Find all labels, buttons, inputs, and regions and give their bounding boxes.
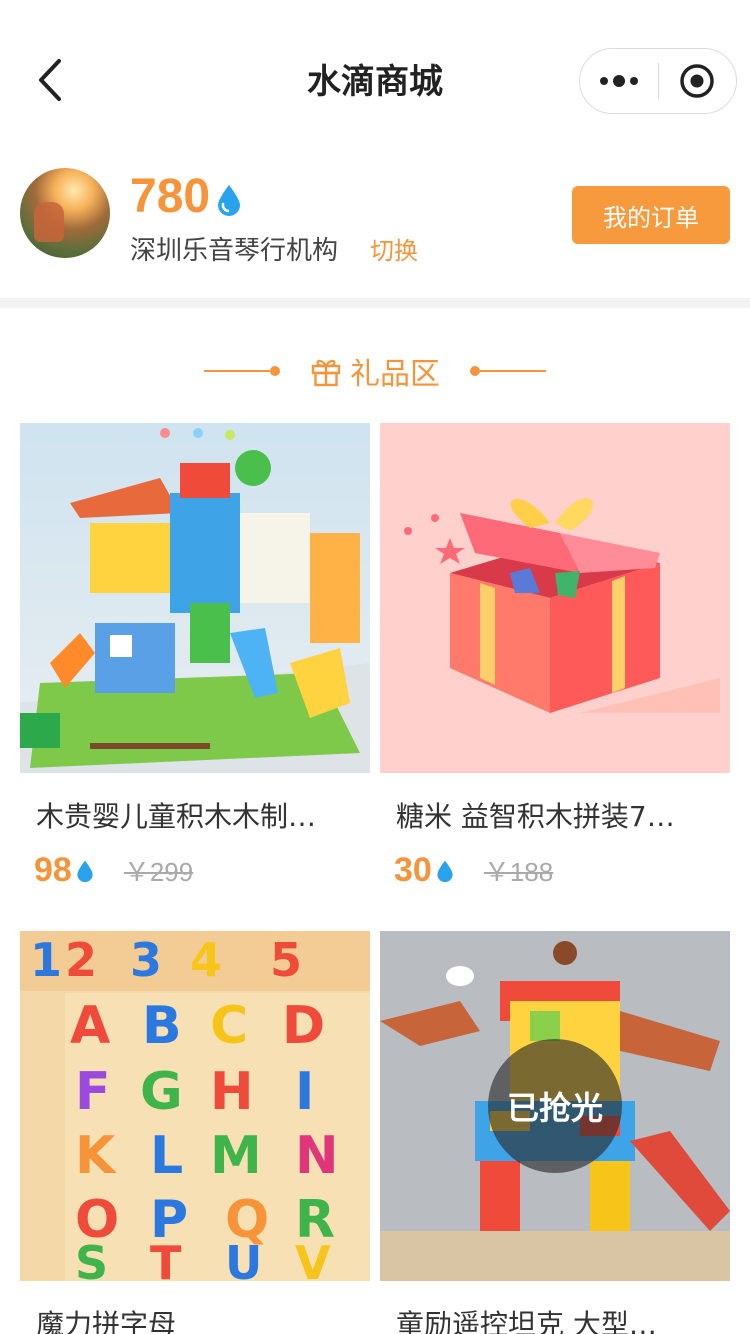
more-button[interactable]: [580, 49, 658, 113]
product-card[interactable]: 已抢光 童励遥控坦克 大型…: [380, 931, 730, 1334]
product-card[interactable]: 木贵婴儿童积木木制… 98 ￥299: [20, 423, 370, 890]
product-card[interactable]: 糖米 益智积木拼装7… 30 ￥188: [380, 423, 730, 890]
svg-text:U: U: [225, 1236, 262, 1281]
section-title-text: 礼品区: [350, 357, 440, 392]
product-name[interactable]: 糖米 益智积木拼装7…: [396, 797, 721, 837]
close-button[interactable]: [659, 49, 736, 113]
svg-text:H: H: [210, 1062, 254, 1122]
svg-text:K: K: [75, 1126, 117, 1186]
svg-text:I: I: [295, 1062, 314, 1122]
svg-text:5: 5: [270, 933, 302, 987]
svg-text:G: G: [140, 1062, 183, 1122]
product-price: 30: [394, 851, 432, 889]
svg-text:V: V: [295, 1236, 331, 1281]
product-price: 98: [34, 851, 72, 889]
svg-text:A: A: [70, 996, 110, 1056]
org-line: 深圳乐音琴行机构 切换: [130, 230, 418, 267]
alphabet-puzzle-image: 1 2 3 4 5 A B C D F G H I K L M N O P Q: [20, 931, 370, 1281]
svg-text:1: 1: [30, 933, 62, 987]
svg-text:3: 3: [130, 933, 162, 987]
original-price: ￥299: [123, 857, 194, 887]
product-image[interactable]: 1 2 3 4 5 A B C D F G H I K L M N O P Q: [20, 931, 370, 1281]
price-row: 30 ￥188: [394, 851, 730, 890]
svg-text:N: N: [295, 1126, 339, 1186]
svg-text:T: T: [150, 1236, 182, 1281]
gift-section-header: 礼品区: [0, 340, 750, 402]
svg-text:4: 4: [190, 933, 222, 987]
svg-text:D: D: [282, 996, 325, 1056]
product-card[interactable]: 1 2 3 4 5 A B C D F G H I K L M N O P Q: [20, 931, 370, 1334]
gift-icon: [311, 359, 341, 387]
product-image[interactable]: 已抢光: [380, 931, 730, 1281]
user-header: 780 深圳乐音琴行机构 切换 我的订单: [0, 160, 750, 298]
svg-text:M: M: [210, 1126, 262, 1186]
product-name[interactable]: 童励遥控坦克 大型…: [396, 1305, 721, 1334]
my-orders-button[interactable]: 我的订单: [572, 186, 730, 244]
water-drop-icon: [218, 185, 241, 216]
product-name[interactable]: 木贵婴儿童积木木制…: [36, 797, 361, 837]
product-image[interactable]: [20, 423, 370, 773]
avatar[interactable]: [20, 168, 110, 258]
gift-box-image: [380, 423, 730, 773]
water-drop-icon: [77, 860, 93, 882]
sold-out-badge: 已抢光: [488, 1039, 622, 1173]
svg-text:C: C: [210, 996, 248, 1056]
product-name[interactable]: 魔力拼字母: [36, 1305, 361, 1334]
section-label: 礼品区: [310, 349, 440, 393]
section-divider: [0, 298, 750, 308]
title-decoration-right: [470, 366, 546, 376]
original-price: ￥188: [483, 857, 554, 887]
more-dots-icon: [600, 75, 638, 87]
price-row: 98 ￥299: [34, 851, 370, 890]
svg-text:L: L: [150, 1126, 183, 1186]
org-name: 深圳乐音琴行机构: [130, 236, 339, 266]
switch-org-link[interactable]: 切换: [370, 231, 418, 266]
title-decoration-left: [204, 366, 280, 376]
target-close-icon: [680, 64, 715, 98]
svg-text:B: B: [142, 996, 182, 1056]
points-balance: 780: [130, 166, 242, 226]
mini-program-capsule: [579, 48, 737, 114]
svg-text:2: 2: [65, 933, 97, 987]
svg-text:S: S: [75, 1236, 108, 1281]
building-blocks-castle-image: [20, 423, 370, 773]
water-drop-icon: [437, 860, 453, 882]
points-value: 780: [130, 169, 211, 223]
product-image[interactable]: [380, 423, 730, 773]
svg-text:F: F: [75, 1062, 111, 1122]
navigation-bar: 水滴商城: [0, 0, 750, 160]
